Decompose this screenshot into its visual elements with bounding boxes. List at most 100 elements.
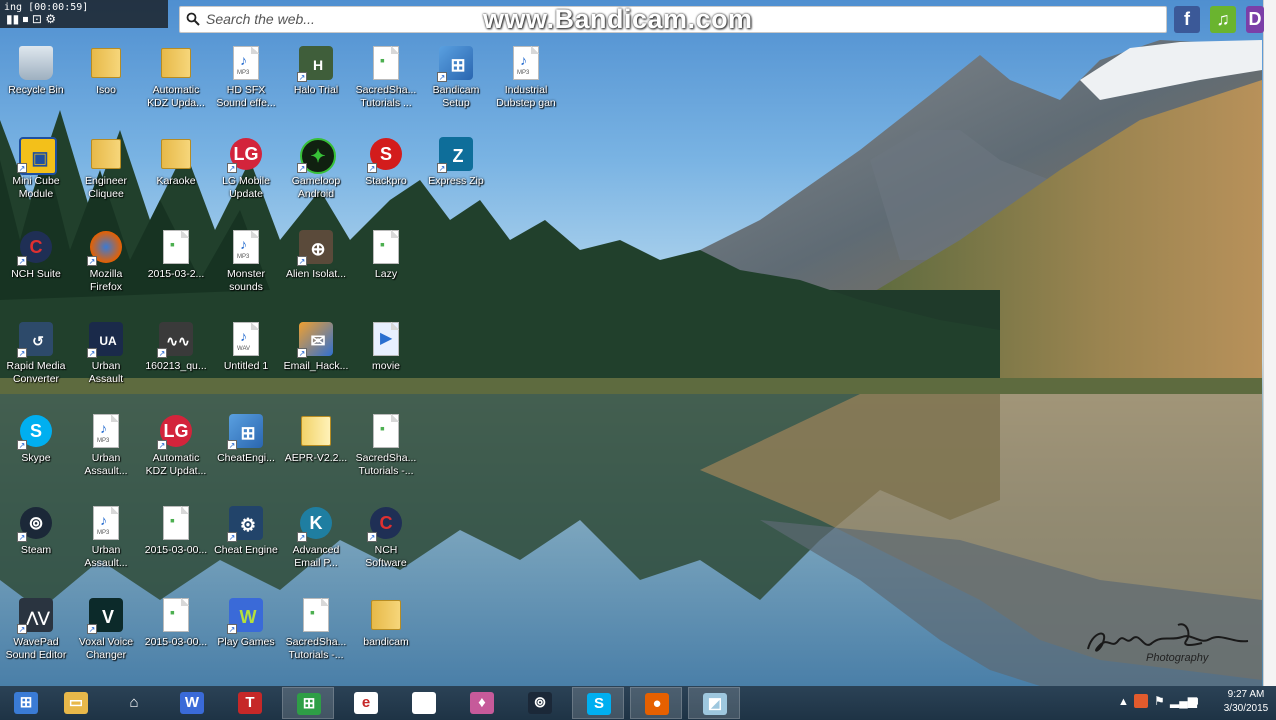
email-installer-icon: ✉ ↗ [297, 320, 335, 358]
desktop-icon[interactable]: ▪ 2015-03-00... [140, 596, 212, 684]
shortcut-arrow-icon: ↗ [17, 440, 27, 450]
desktop-icon[interactable]: ♪ MP3 Urban Assault... [70, 504, 142, 592]
desktop-icon[interactable]: ♪ WAV Untitled 1 [210, 320, 282, 408]
desktop-icon[interactable]: ↗ Mozilla Firefox [70, 228, 142, 316]
network-icon[interactable]: ▂▄▆ [1170, 694, 1197, 708]
desktop-icon[interactable]: bandicam [350, 596, 422, 684]
desktop-icon[interactable]: LG ↗ LG Mobile Update [210, 135, 282, 223]
desktop-icon[interactable]: ♪ MP3 Industrial Dubstep gan [490, 44, 562, 132]
desktop-icon[interactable]: Z ↗ Express Zip [420, 135, 492, 223]
desktop-icon[interactable]: ✦ ↗ Gameloop Android [280, 135, 352, 223]
bandicam-recorder-overlay[interactable]: ing [00:00:59] ▮▮ ⏹ ⊡ ⚙ [0, 0, 168, 28]
tray-app-icon[interactable] [1134, 694, 1148, 708]
desktop-icon[interactable]: Engineer Cliquee [70, 135, 142, 223]
desktop-icon[interactable]: ▪ 2015-03-00... [140, 504, 212, 592]
desktop-icon[interactable]: ▪ SacredSha... Tutorials -... [350, 412, 422, 500]
system-tray[interactable]: ▲ ⚑ ▂▄▆ 🔈︎ [1112, 686, 1222, 720]
taskbar-button[interactable]: ⊞ [0, 687, 52, 719]
recorder-toolbar-icons[interactable]: ▮▮ ⏹ ⊡ ⚙ [6, 12, 56, 27]
desktop-icon[interactable]: S ↗ Skype [0, 412, 72, 500]
facebook-icon[interactable]: f [1174, 6, 1200, 33]
firefox-icon: ↗ [87, 228, 125, 266]
desktop-icon[interactable]: LG ↗ Automatic KDZ Updat... [140, 412, 212, 500]
desktop-icon[interactable]: ↺ ↗ Rapid Media Converter [0, 320, 72, 408]
desktop-icon[interactable]: ⊚ ↗ Steam [0, 504, 72, 592]
desktop-icon[interactable]: ♪ MP3 Urban Assault... [70, 412, 142, 500]
desktop-icon[interactable]: Automatic KDZ Upda... [140, 44, 212, 132]
cube-icon: ▣ ↗ [17, 135, 57, 175]
taskbar-button[interactable]: W [166, 687, 218, 719]
taskbar-button[interactable]: e [340, 687, 392, 719]
desktop-icon[interactable]: ▣ ↗ Mini Cube Module [0, 135, 72, 223]
desktop-icon[interactable]: UA ↗ Urban Assault [70, 320, 142, 408]
desktop-icon[interactable]: ♪ MP3 Monster sounds [210, 228, 282, 316]
desktop-icon[interactable]: K ↗ Advanced Email P... [280, 504, 352, 592]
desktop-icon[interactable]: ♪ MP3 HD SFX Sound effe... [210, 44, 282, 132]
taskbar-button[interactable]: ⊚ [514, 687, 566, 719]
desktop-icon[interactable]: Karaoke [140, 135, 212, 223]
music-icon[interactable]: ♫ [1210, 6, 1236, 33]
desktop-icon[interactable]: ∿∿ ↗ 160213_qu... [140, 320, 212, 408]
skype-icon: S ↗ [17, 412, 55, 450]
taskbar-button[interactable]: ♦ [456, 687, 508, 719]
desktop-icon[interactable]: ▪ SacredSha... Tutorials -... [280, 596, 352, 684]
desktop-icon[interactable]: AEPR-V2.2... [280, 412, 352, 500]
tray-up-arrow-icon[interactable]: ▲ [1118, 696, 1129, 708]
shortcut-arrow-icon: ↗ [227, 532, 237, 542]
desktop-icon-label: movie [371, 360, 400, 372]
desktop-icon-label: Karaoke [156, 175, 196, 187]
desktop-icon-label: SacredSha... Tutorials -... [355, 452, 417, 477]
desktop-icon-label: Advanced Email P... [292, 544, 340, 569]
desktop-icon[interactable]: ⚙ ↗ Cheat Engine [210, 504, 282, 592]
desktop-icon-label: Halo Trial [293, 84, 339, 96]
desktop-icon[interactable]: ▪ Lazy [350, 228, 422, 316]
desktop-icon-label: AEPR-V2.2... [284, 452, 348, 464]
desktop-icon-label: 2015-03-00... [144, 544, 208, 556]
taskbar-button[interactable]: ▭ [50, 687, 102, 719]
kangaroo-icon: K ↗ [297, 504, 335, 542]
movie-file-icon: ▶ [367, 320, 405, 358]
desktop-icon-label: Skype [21, 452, 51, 464]
t-app-icon: T [238, 692, 262, 714]
desktop-icon[interactable]: V ↗ Voxal Voice Changer [70, 596, 142, 684]
desktop-icon[interactable]: ▪ 2015-03-2... [140, 228, 212, 316]
taskbar-button[interactable]: S [572, 687, 624, 719]
desktop-icon[interactable]: C ↗ NCH Software [350, 504, 422, 592]
desktop-icon[interactable]: Recycle Bin [0, 44, 72, 132]
mp3-file-icon: ♪ MP3 [87, 504, 125, 542]
desktop-icon[interactable]: S ↗ Stackpro [350, 135, 422, 223]
home-icon: ⌂ [129, 694, 139, 711]
converter-icon: ↺ ↗ [17, 320, 55, 358]
desktop-icon[interactable]: ✉ ↗ Email_Hack... [280, 320, 352, 408]
recycle-bin-icon [17, 44, 55, 82]
shortcut-arrow-icon: ↗ [437, 72, 447, 82]
document-icon: ▪ [367, 228, 405, 266]
desktop-icon[interactable]: H ↗ Halo Trial [280, 44, 352, 132]
volume-icon[interactable]: 🔈︎ [1194, 693, 1202, 709]
desktop-icon[interactable]: ⋀⋁ ↗ WavePad Sound Editor [0, 596, 72, 684]
firefox-icon: ● [645, 693, 669, 715]
taskbar-button[interactable]: ⊞ [282, 687, 334, 719]
shortcut-arrow-icon: ↗ [87, 624, 97, 634]
desktop-icon[interactable]: ▶ movie [350, 320, 422, 408]
desktop-icon[interactable]: ⊞ ↗ CheatEngi... [210, 412, 282, 500]
desktop-icon[interactable]: W ↗ Play Games [210, 596, 282, 684]
taskbar-button[interactable] [398, 687, 450, 719]
desktop-icon[interactable]: ⊞ ↗ Bandicam Setup [420, 44, 492, 132]
taskbar-button[interactable]: T [224, 687, 276, 719]
taskbar-button[interactable]: ◩ [688, 687, 740, 719]
desktop-icon-label: 160213_qu... [145, 360, 207, 372]
app-icon[interactable]: D [1246, 6, 1264, 33]
desktop-icon[interactable]: C ↗ NCH Suite [0, 228, 72, 316]
desktop-icon[interactable]: Isoo [70, 44, 142, 132]
clock[interactable]: 9:27 AM 3/30/2015 [1218, 688, 1274, 716]
desktop-icon-label: SacredSha... Tutorials -... [285, 636, 347, 661]
stackpro-icon: S ↗ [367, 135, 405, 173]
desktop-icon[interactable]: ▪ SacredSha... Tutorials ... [350, 44, 422, 132]
taskbar-button[interactable]: ⌂ [108, 687, 160, 719]
lg-icon: LG ↗ [227, 135, 265, 173]
document-icon: ▪ [297, 596, 335, 634]
taskbar-button[interactable]: ● [630, 687, 682, 719]
desktop-icon[interactable]: ⊕ ↗ Alien Isolat... [280, 228, 352, 316]
flag-icon[interactable]: ⚑ [1154, 694, 1165, 708]
